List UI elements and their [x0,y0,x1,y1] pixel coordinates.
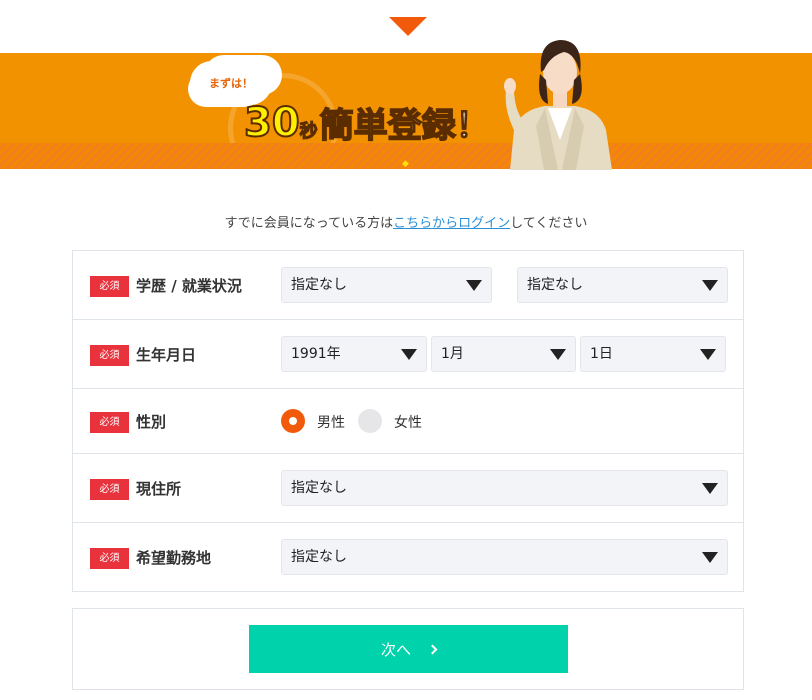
sparkle-icon: ◆ [402,159,409,169]
address-row: 必須 現住所 指定なし [73,454,743,523]
next-button[interactable]: 次へ [249,625,568,673]
work-location-select[interactable]: 指定なし [281,539,728,575]
dropdown-triangle-icon [550,349,566,360]
registration-form: 必須 学歴 / 就業状況 指定なし 指定なし 必須 生年月日 1991年 1月 … [72,250,744,592]
login-link[interactable]: こちらからログイン [393,216,510,231]
required-badge: 必須 [90,276,129,297]
education-select[interactable]: 指定なし [281,267,492,303]
education-label: 学歴 / 就業状況 [136,277,242,295]
required-badge: 必須 [90,345,129,366]
address-label: 現住所 [136,480,182,498]
address-select[interactable]: 指定なし [281,470,728,506]
submit-section: 次へ [72,608,744,690]
headline-unit: 秒 [299,121,318,143]
chevron-right-icon [427,644,438,654]
birth-day-select[interactable]: 1日 [580,336,726,372]
dropdown-triangle-icon [702,552,718,563]
birth-year-select[interactable]: 1991年 [281,336,427,372]
employment-select-value: 指定なし [527,277,583,293]
birth-month-value: 1月 [441,346,464,362]
required-badge: 必須 [90,548,129,569]
login-prompt: すでに会員になっている方はこちらからログインしてください [0,212,812,231]
headline-text: 簡単登録！ [319,106,491,146]
cloud-text: まずは！ [209,77,253,90]
work-location-label: 希望勤務地 [136,549,212,567]
gender-row: 必須 性別 男性 女性 [73,389,743,454]
gender-male-label[interactable]: 男性 [317,412,345,432]
gender-female-label[interactable]: 女性 [394,412,422,432]
required-badge: 必須 [90,479,129,500]
registration-banner: まずは！ 30 秒 簡単登録！ ◆ [0,53,812,169]
required-badge: 必須 [90,412,129,433]
gender-male-radio[interactable] [281,409,305,433]
login-prefix: すでに会員になっている方は [224,216,394,231]
dropdown-triangle-icon [700,349,716,360]
birthdate-label: 生年月日 [136,346,197,364]
employment-select[interactable]: 指定なし [517,267,728,303]
banner-headline: 30 秒 簡単登録！ [243,93,491,146]
birth-month-select[interactable]: 1月 [431,336,576,372]
address-select-value: 指定なし [291,480,347,496]
dropdown-triangle-icon [401,349,417,360]
work-location-select-value: 指定なし [291,549,347,565]
headline-number: 30 [243,100,301,146]
birth-day-value: 1日 [590,346,613,362]
birth-year-value: 1991年 [291,346,341,362]
work-location-row: 必須 希望勤務地 指定なし [73,523,743,591]
education-row: 必須 学歴 / 就業状況 指定なし 指定なし [73,251,743,320]
gender-female-radio[interactable] [358,409,382,433]
next-button-label: 次へ [380,640,411,659]
birthdate-row: 必須 生年月日 1991年 1月 1日 [73,320,743,389]
woman-illustration [504,40,612,170]
down-arrow-icon [389,17,427,36]
dropdown-triangle-icon [702,280,718,291]
gender-label: 性別 [136,413,167,431]
education-select-value: 指定なし [291,277,347,293]
dropdown-triangle-icon [466,280,482,291]
login-suffix: してください [510,216,588,231]
dropdown-triangle-icon [702,483,718,494]
